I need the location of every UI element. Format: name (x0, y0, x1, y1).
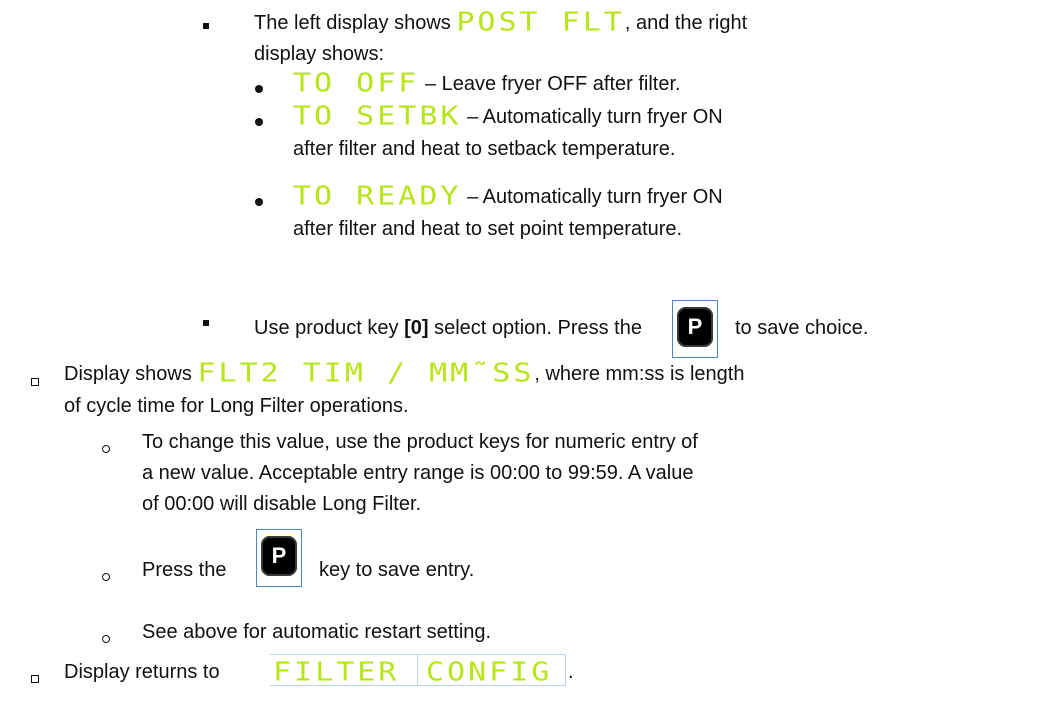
p-key-icon[interactable]: P (677, 307, 713, 347)
lcd-post-flt: POST FLT (456, 7, 625, 38)
square-bullet-icon (203, 11, 209, 35)
ring-bullet-icon (102, 435, 110, 459)
intro-text-post: , and the right (624, 12, 748, 34)
lcd-left-panel: FILTER (270, 654, 418, 688)
flt2-text-post: , where mm:ss is length (534, 363, 745, 385)
select-option-line: Use product key [0] select option. Press… (254, 316, 642, 340)
option-desc-line2: after filter and heat to setback tempera… (293, 138, 676, 160)
returns-period: . (568, 661, 574, 683)
see-above-text: See above for automatic restart setting. (142, 621, 492, 643)
change-value-line2: a new value. Acceptable entry range is 0… (142, 462, 694, 484)
post-filter-intro-line2: display shows: (254, 43, 385, 65)
change-value-line1: To change this value, use the product ke… (142, 431, 698, 453)
checkbox-bullet-icon (31, 665, 39, 689)
select-text-mid: select option. Press the (428, 317, 642, 339)
flt2-line: Display shows FLT2 TIM / MM˜SS, where mm… (64, 358, 745, 389)
lcd-right-panel: CONFIG (418, 654, 566, 688)
lcd-config: CONFIG (426, 657, 553, 688)
option-desc-line2: after filter and heat to set point tempe… (293, 218, 683, 240)
square-bullet-icon (203, 308, 209, 332)
dot-bullet-icon (255, 188, 263, 212)
lcd-to-setbk: TO SETBK (293, 101, 462, 132)
option-desc: – Leave fryer OFF after filter. (424, 73, 681, 95)
post-filter-intro: The left display shows POST FLT, and the… (254, 7, 748, 38)
flt2-text: Display shows (64, 363, 192, 385)
p-key-button[interactable]: P (672, 300, 718, 358)
lcd-to-off: TO OFF (293, 68, 420, 99)
select-text: Use product key (254, 317, 405, 339)
flt2-line2: of cycle time for Long Filter operations… (64, 395, 409, 417)
product-key-zero: [0] (404, 317, 429, 339)
p-key-label: P (687, 314, 703, 339)
checkbox-bullet-icon (31, 368, 39, 392)
p-key-button[interactable]: P (256, 529, 302, 587)
option-to-off: TO OFF – Leave fryer OFF after filter. (293, 68, 681, 99)
returns-text: Display returns to (64, 661, 220, 683)
dot-bullet-icon (255, 75, 263, 99)
option-desc: – Automatically turn fryer ON (467, 186, 723, 208)
lcd-filter: FILTER (273, 657, 400, 688)
lcd-to-ready: TO READY (293, 181, 462, 212)
ring-bullet-icon (102, 625, 110, 649)
option-to-setbk: TO SETBK – Automatically turn fryer ON (293, 101, 723, 132)
intro-text: The left display shows (254, 12, 451, 34)
dot-bullet-icon (255, 108, 263, 132)
change-value-line3: of 00:00 will disable Long Filter. (142, 493, 422, 515)
p-key-icon[interactable]: P (261, 536, 297, 576)
option-desc: – Automatically turn fryer ON (467, 106, 723, 128)
p-key-label: P (271, 543, 287, 568)
select-text-post: to save choice. (735, 317, 869, 339)
save-entry-text: key to save entry. (319, 559, 475, 581)
option-to-ready: TO READY – Automatically turn fryer ON (293, 181, 723, 212)
press-the-text: Press the (142, 559, 227, 581)
lcd-flt2-tim: FLT2 TIM / MM˜SS (197, 358, 535, 389)
ring-bullet-icon (102, 563, 110, 587)
